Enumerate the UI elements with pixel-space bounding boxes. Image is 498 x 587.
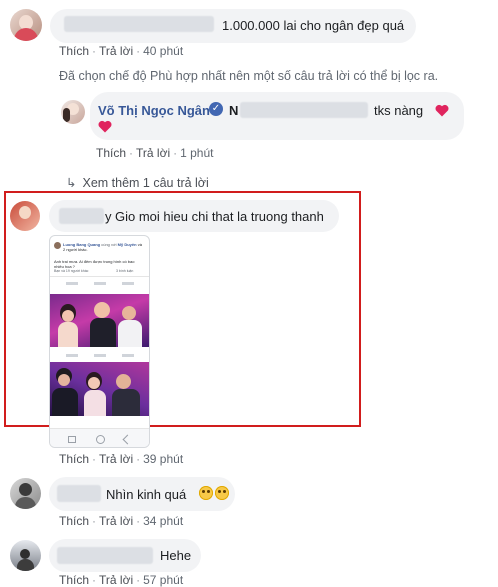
verified-badge-icon: ✓ xyxy=(209,102,223,116)
reply-text: tks nàng xyxy=(374,103,424,118)
like-link[interactable]: Thích xyxy=(59,44,89,58)
timestamp[interactable]: 1 phút xyxy=(180,146,213,160)
embedded-action-bar xyxy=(50,276,149,291)
embedded-photo-2 xyxy=(50,362,149,416)
author-partial: y xyxy=(105,209,112,224)
comment-bubble-3: Nhìn kinh quá xyxy=(49,477,235,511)
reply-link[interactable]: Trả lời xyxy=(99,452,133,466)
see-more-replies[interactable]: ↳ Xem thêm 1 câu trả lời xyxy=(66,175,209,190)
redacted-name xyxy=(64,16,214,32)
embedded-reactions: Bạn và 19 người khác xyxy=(54,269,89,273)
filter-notice: Đã chọn chế độ Phù hợp nhất nên một số c… xyxy=(59,69,439,83)
attached-screenshot[interactable]: Luong Bang Quang cùng với Mỹ Duyên và 2 … xyxy=(49,235,150,448)
reply-bubble-1: Võ Thị Ngọc Ngân ✓ N tks nàng xyxy=(90,92,464,140)
reply-actions-1: Thích · Trả lời · 1 phút xyxy=(96,146,214,160)
comment-bubble-2: y Gio moi hieu chi that la truong thanh xyxy=(49,200,339,232)
avatar-commenter-3[interactable] xyxy=(10,478,41,509)
timestamp[interactable]: 39 phút xyxy=(143,452,183,466)
timestamp[interactable]: 40 phút xyxy=(143,44,183,58)
embedded-poster-meta: cùng với xyxy=(101,242,117,247)
comment-actions-4: Thích · Trả lời · 57 phút xyxy=(59,573,184,587)
like-link[interactable]: Thích xyxy=(59,514,89,528)
reply-arrow-icon: ↳ xyxy=(66,176,77,190)
comment-text: Nhìn kinh quá xyxy=(106,487,187,502)
embedded-comments: 3 bình luận xyxy=(116,269,134,273)
redacted-name xyxy=(57,547,153,564)
comment-bubble-4: Hehe xyxy=(49,539,201,572)
embedded-caption: Anh trai mưa. Ai đêm được trung hình có … xyxy=(54,259,135,269)
redacted-name xyxy=(59,208,104,224)
timestamp[interactable]: 34 phút xyxy=(143,514,183,528)
comment-text: Hehe xyxy=(160,548,192,563)
reply-link[interactable]: Trả lời xyxy=(99,44,133,58)
comment-actions-1: Thích · Trả lời · 40 phút xyxy=(59,44,184,58)
like-link[interactable]: Thích xyxy=(96,146,126,160)
embedded-action-bar-2 xyxy=(50,349,149,361)
comment-text: 1.000.000 lai cho ngân đẹp quá xyxy=(222,18,405,33)
redacted-name xyxy=(57,485,101,502)
reply-link[interactable]: Trả lời xyxy=(99,573,133,587)
embedded-phone-nav-bar xyxy=(50,428,149,447)
grimace-emoji-icon xyxy=(199,486,213,500)
comment-actions-2: Thích · Trả lời · 39 phút xyxy=(59,452,184,466)
avatar-commenter-2[interactable] xyxy=(10,201,40,231)
see-more-label: Xem thêm 1 câu trả lời xyxy=(82,176,209,190)
heart-icon xyxy=(98,120,112,133)
timestamp[interactable]: 57 phút xyxy=(143,573,183,587)
embedded-tagged: Mỹ Duyên xyxy=(117,242,137,247)
embedded-photo-1 xyxy=(50,294,149,347)
reply-author-initial: N xyxy=(229,103,239,118)
redacted-text xyxy=(240,102,368,118)
grimace-emoji-icon xyxy=(215,486,229,500)
avatar-commenter-4[interactable] xyxy=(10,540,41,571)
comment-text: Gio moi hieu chi that la truong thanh xyxy=(115,209,324,224)
avatar-commenter-1[interactable] xyxy=(10,9,42,41)
comment-actions-3: Thích · Trả lời · 34 phút xyxy=(59,514,184,528)
reply-link[interactable]: Trả lời xyxy=(99,514,133,528)
reply-link[interactable]: Trả lời xyxy=(136,146,170,160)
like-link[interactable]: Thích xyxy=(59,573,89,587)
comment-bubble-1: 1.000.000 lai cho ngân đẹp quá xyxy=(50,9,416,43)
heart-icon xyxy=(435,104,449,117)
avatar-reply-author[interactable] xyxy=(61,100,85,124)
reply-author-name[interactable]: Võ Thị Ngọc Ngân xyxy=(98,102,210,119)
like-link[interactable]: Thích xyxy=(59,452,89,466)
